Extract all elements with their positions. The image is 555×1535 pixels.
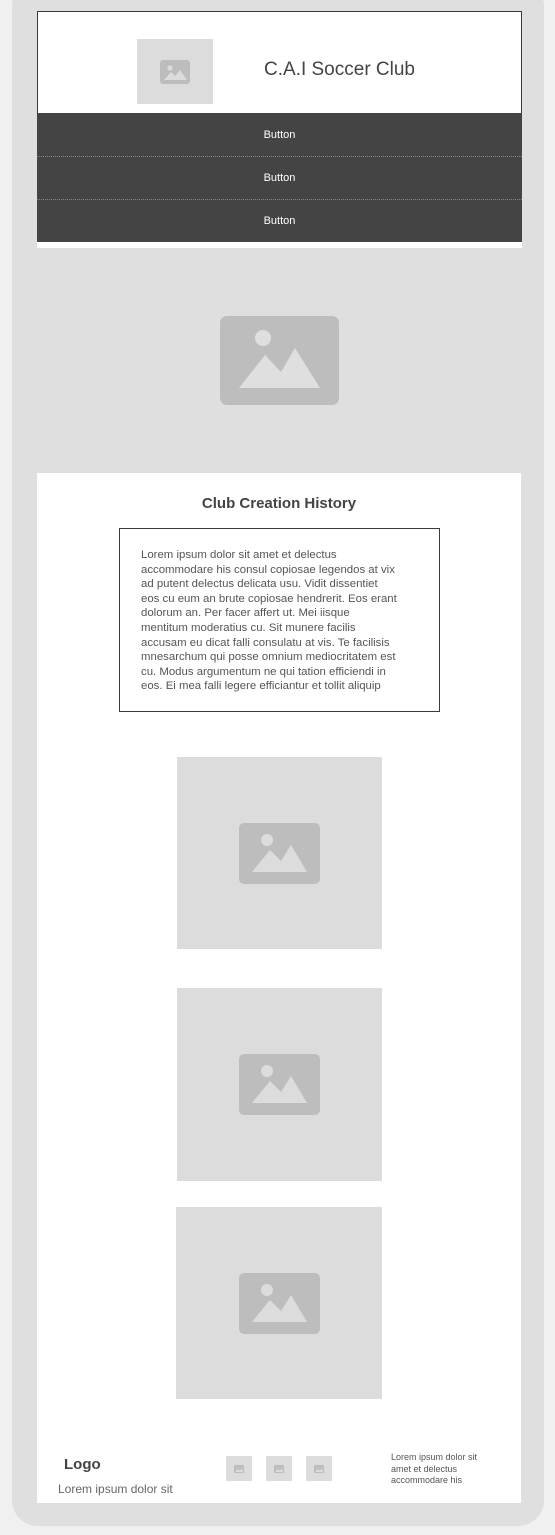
history-line: eos cu eum an brute copiosae hendrerit. … <box>141 592 397 605</box>
history-line: accusam eu dicat falli consulatu at vis.… <box>141 636 390 649</box>
nav-button-3[interactable]: Button <box>37 199 522 242</box>
nav-button-1[interactable]: Button <box>37 113 522 156</box>
gallery-image-1 <box>177 757 382 949</box>
social-link-1[interactable] <box>226 1456 252 1481</box>
image-placeholder-icon <box>239 1054 320 1115</box>
footer-text: Lorem ipsum dolor sit amet et delectus a… <box>391 1452 496 1487</box>
social-link-3[interactable] <box>306 1456 332 1481</box>
gallery-image-2 <box>177 988 382 1181</box>
history-line: accommodare his consul copiosae legendos… <box>141 563 395 576</box>
footer-tagline: Lorem ipsum dolor sit <box>58 1482 173 1496</box>
social-icon <box>274 1464 284 1473</box>
history-line: eos. Ei mea falli legere efficiantur et … <box>141 680 381 693</box>
site-title: C.A.I Soccer Club <box>264 59 415 80</box>
footer-logo: Logo <box>64 1456 101 1473</box>
main-content: Club Creation History Lorem ipsum dolor … <box>37 473 521 1503</box>
history-text-box: Lorem ipsum dolor sit amet et delectus a… <box>119 528 440 712</box>
history-line: mnesarchum qui posse omnium mediocritate… <box>141 651 396 664</box>
image-placeholder-icon <box>220 316 339 405</box>
image-placeholder-icon <box>239 822 320 884</box>
section-title: Club Creation History <box>201 495 357 512</box>
image-placeholder-icon <box>160 59 190 84</box>
history-line: mentitum moderatius cu. Sit munere facil… <box>141 621 356 634</box>
nav-button-2[interactable]: Button <box>37 156 522 199</box>
footer-text-line: amet et delectus <box>391 1463 458 1474</box>
social-link-2[interactable] <box>266 1456 292 1481</box>
footer-text-line: accommodare his <box>391 1475 463 1485</box>
footer-text-line: Lorem ipsum dolor sit <box>391 1452 478 1462</box>
history-line: dolorum an. Per facer affert ut. Mei iis… <box>141 607 350 620</box>
history-line: cu. Modus argumentum ne qui tation effic… <box>141 665 386 678</box>
social-icon <box>314 1464 324 1473</box>
history-line: Lorem ipsum dolor sit amet et delectus <box>141 549 337 561</box>
gallery-image-3 <box>176 1207 382 1399</box>
image-placeholder-icon <box>238 1272 320 1334</box>
hero-image <box>37 248 522 473</box>
nav-menu: Button Button Button <box>37 113 522 242</box>
site-header: C.A.I Soccer Club <box>37 11 522 113</box>
header-logo-image <box>137 39 213 104</box>
history-line: ad putent delectus delicata usu. Vidit d… <box>141 578 378 591</box>
social-icon <box>234 1464 244 1473</box>
